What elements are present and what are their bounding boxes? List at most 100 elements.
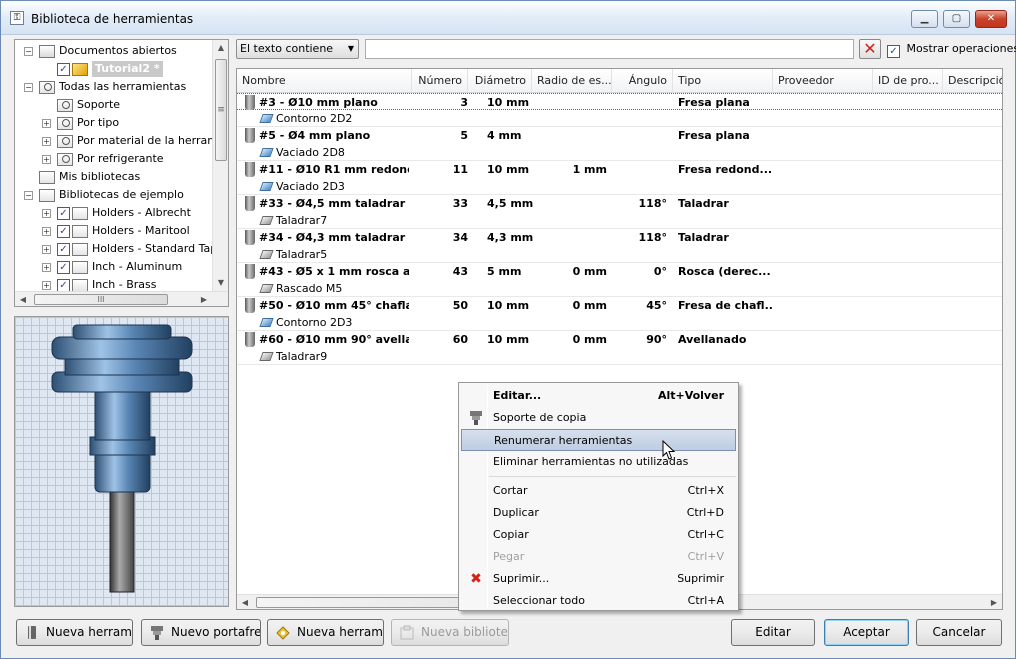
show-operations-checkbox[interactable]: ✓ bbox=[887, 45, 900, 58]
cell-number: 33 bbox=[452, 197, 468, 210]
grid-scroll-left-arrow-icon[interactable]: ◀ bbox=[237, 595, 253, 609]
column-header[interactable]: Nombre bbox=[237, 69, 412, 93]
column-header[interactable]: Tipo bbox=[673, 69, 773, 93]
menu-item[interactable]: ✖ Suprimir... Suprimir bbox=[461, 568, 736, 590]
context-menu[interactable]: Editar... Alt+Volver Soporte de copia Renum… bbox=[458, 382, 739, 611]
minimize-button[interactable]: ▁ bbox=[911, 10, 938, 28]
tree-item-checkbox[interactable]: ✓ bbox=[57, 207, 70, 220]
new-tool-template-label: Nueva herramienta bbox=[297, 625, 383, 639]
expand-icon[interactable]: + bbox=[42, 155, 51, 164]
show-operations-toggle[interactable]: ✓ Mostrar operaciones bbox=[887, 42, 1016, 58]
menu-item[interactable]: Copiar Ctrl+C bbox=[461, 524, 736, 546]
close-button[interactable]: ✕ bbox=[975, 10, 1007, 28]
expand-icon[interactable]: + bbox=[42, 137, 51, 146]
collapse-icon[interactable]: − bbox=[24, 47, 33, 56]
column-header[interactable]: Descripción bbox=[943, 69, 1002, 93]
new-tool-template-button[interactable]: Nueva herramienta bbox=[267, 619, 384, 646]
new-tool-label: Nueva herramienta bbox=[46, 625, 132, 639]
tool-row[interactable]: #3 - Ø10 mm plano 3 10 mm Fresa plana bbox=[237, 93, 1002, 110]
column-header[interactable]: Radio de es... bbox=[532, 69, 612, 93]
tool-row[interactable]: #43 - Ø5 x 1 mm rosca a ...435 mm0 mm0°R… bbox=[237, 263, 1002, 280]
column-header[interactable]: Diámetro bbox=[468, 69, 532, 93]
library-tree[interactable]: + ✓ Inch - Brass + ✓ Inch - Aluminum + ✓ Holders… bbox=[14, 39, 229, 307]
tool-row[interactable]: #60 - Ø10 mm 90° avella... 60 10 mm 0 mm 90°… bbox=[237, 331, 1002, 348]
tree-scroll-thumb[interactable]: ≡ bbox=[215, 59, 227, 161]
cell-type: Fresa plana bbox=[678, 129, 750, 142]
filter-mode-dropdown[interactable]: El texto contiene ▼ bbox=[236, 39, 359, 59]
title-bar[interactable]: ⚿ Biblioteca de herramientas ▁ ▢ ✕ bbox=[1, 1, 1015, 35]
operation-row[interactable]: Taladrar9 bbox=[237, 348, 1002, 365]
filter-text-input[interactable] bbox=[365, 39, 854, 59]
delete-x-icon: ✖ bbox=[470, 571, 482, 587]
operation-row[interactable]: Rascado M5 bbox=[237, 280, 1002, 297]
column-header[interactable]: Número bbox=[412, 69, 468, 93]
library-icon bbox=[72, 243, 88, 256]
new-holder-button[interactable]: Nuevo portafresas bbox=[141, 619, 261, 646]
tree-hscroll-thumb[interactable]: III bbox=[34, 294, 168, 305]
scroll-down-arrow-icon[interactable]: ▼ bbox=[213, 275, 228, 291]
column-header[interactable]: Ángulo bbox=[612, 69, 673, 93]
menu-item[interactable]: Renumerar herramientas bbox=[461, 429, 736, 451]
tool-row[interactable]: #34 - Ø4,3 mm taladrar 34 4,3 mm 118° Taladr… bbox=[237, 229, 1002, 246]
grid-scroll-right-arrow-icon[interactable]: ▶ bbox=[986, 595, 1002, 609]
maximize-button[interactable]: ▢ bbox=[943, 10, 970, 28]
new-library-button[interactable]: Nueva biblioteca bbox=[391, 619, 509, 646]
menu-item-label: Pegar bbox=[493, 550, 525, 563]
operation-row[interactable]: Contorno 2D3 bbox=[237, 314, 1002, 331]
tool-row[interactable]: #50 - Ø10 mm 45° chaflán 50 10 mm 0 mm 45° Fr… bbox=[237, 297, 1002, 314]
cancel-button[interactable]: Cancelar bbox=[916, 619, 1002, 646]
menu-item[interactable]: Eliminar herramientas no utilizadas bbox=[461, 451, 736, 473]
tool-icon bbox=[245, 162, 255, 177]
menu-item[interactable]: Cortar Ctrl+X bbox=[461, 480, 736, 502]
operation-name: Taladrar9 bbox=[276, 350, 328, 363]
search-folder-icon bbox=[39, 81, 55, 94]
drill-op-icon bbox=[259, 284, 274, 293]
accept-button[interactable]: Aceptar bbox=[824, 619, 909, 646]
menu-item[interactable]: Duplicar Ctrl+D bbox=[461, 502, 736, 524]
operation-row[interactable]: Vaciado 2D3 bbox=[237, 178, 1002, 195]
tree-item-checkbox[interactable]: ✓ bbox=[57, 243, 70, 256]
collapse-icon[interactable]: − bbox=[24, 83, 33, 92]
tree-vertical-scrollbar[interactable]: ▲ ≡ ▼ bbox=[212, 40, 228, 292]
scroll-right-arrow-icon[interactable]: ▶ bbox=[196, 292, 212, 306]
menu-item[interactable]: Soporte de copia bbox=[461, 407, 736, 429]
scroll-left-arrow-icon[interactable]: ◀ bbox=[15, 292, 31, 306]
cell-number: 11 bbox=[452, 163, 468, 176]
expand-icon[interactable]: + bbox=[42, 227, 51, 236]
expand-icon[interactable]: + bbox=[42, 209, 51, 218]
clear-filter-icon[interactable]: ✕ bbox=[859, 39, 881, 59]
cell-angle: 0° bbox=[653, 265, 667, 278]
new-tool-button[interactable]: Nueva herramienta bbox=[16, 619, 133, 646]
expand-icon[interactable]: + bbox=[42, 245, 51, 254]
column-header[interactable]: ID de pro... bbox=[873, 69, 943, 93]
cell-type: Taladrar bbox=[678, 231, 729, 244]
filter-mode-value: El texto contiene bbox=[240, 42, 334, 55]
tool-row[interactable]: #33 - Ø4,5 mm taladrar 33 4,5 mm 118° Taladr… bbox=[237, 195, 1002, 212]
operation-row[interactable]: Taladrar5 bbox=[237, 246, 1002, 263]
tree-horizontal-scrollbar[interactable]: ◀ III ▶ bbox=[15, 291, 228, 306]
edit-button[interactable]: Editar bbox=[731, 619, 815, 646]
expand-icon[interactable]: + bbox=[42, 119, 51, 128]
contour-op-icon bbox=[259, 114, 274, 123]
operation-row[interactable]: Contorno 2D2 bbox=[237, 110, 1002, 127]
end-mill-icon bbox=[28, 626, 36, 639]
tool-row[interactable]: #11 - Ø10 R1 mm redond...1110 mm1 mmFres… bbox=[237, 161, 1002, 178]
cell-number: 5 bbox=[460, 129, 468, 142]
menu-item[interactable]: Pegar Ctrl+V bbox=[461, 546, 736, 568]
expand-icon[interactable]: + bbox=[42, 263, 51, 272]
tree-item-checkbox[interactable]: ✓ bbox=[57, 63, 70, 76]
expand-icon[interactable]: + bbox=[42, 281, 51, 290]
folder-icon bbox=[39, 171, 55, 184]
scroll-up-arrow-icon[interactable]: ▲ bbox=[213, 40, 228, 56]
column-header[interactable]: Proveedor bbox=[773, 69, 873, 93]
menu-item[interactable]: Editar... Alt+Volver bbox=[461, 385, 736, 407]
operation-row[interactable]: Taladrar7 bbox=[237, 212, 1002, 229]
library-app-icon: ⚿ bbox=[10, 11, 24, 25]
tree-item-checkbox[interactable]: ✓ bbox=[57, 225, 70, 238]
library-icon bbox=[72, 225, 88, 238]
tool-row[interactable]: #5 - Ø4 mm plano 5 4 mm Fresa plana bbox=[237, 127, 1002, 144]
collapse-icon[interactable]: − bbox=[24, 191, 33, 200]
operation-row[interactable]: Vaciado 2D8 bbox=[237, 144, 1002, 161]
menu-item[interactable]: Seleccionar todo Ctrl+A bbox=[461, 590, 736, 612]
tree-item-checkbox[interactable]: ✓ bbox=[57, 261, 70, 274]
